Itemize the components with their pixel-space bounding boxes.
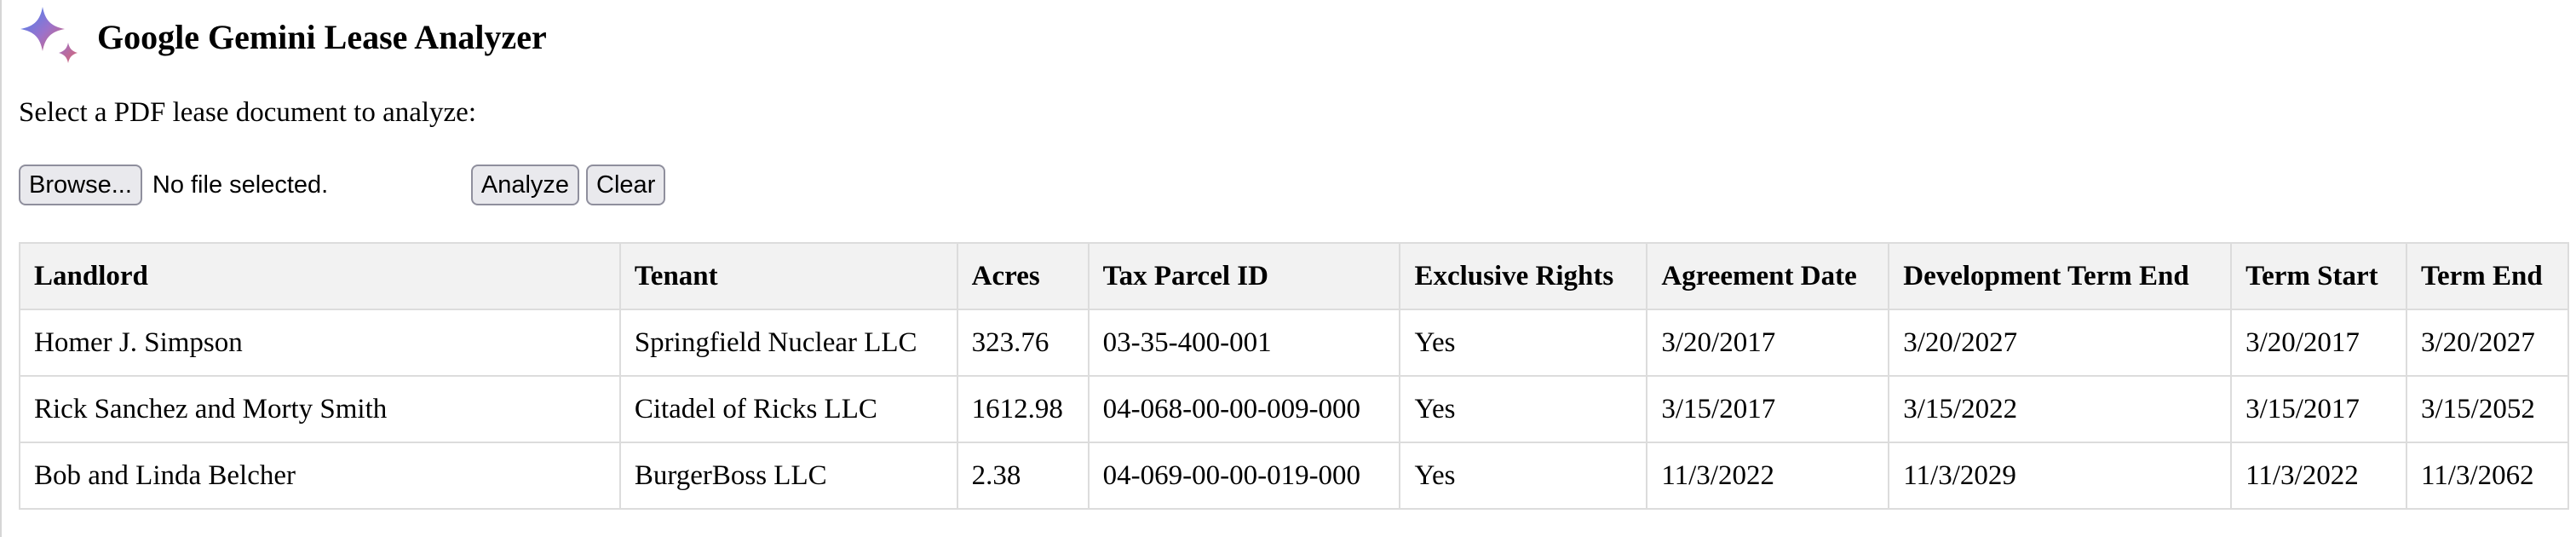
cell-development-term-end: 11/3/2029 xyxy=(1888,442,2233,510)
cell-agreement-date: 3/20/2017 xyxy=(1646,309,1890,377)
table-row: Bob and Linda Belcher BurgerBoss LLC 2.3… xyxy=(19,442,2569,510)
cell-tenant: Citadel of Ricks LLC xyxy=(618,375,958,443)
cell-term-end: 3/20/2027 xyxy=(2406,309,2569,377)
cell-exclusive-rights: Yes xyxy=(1399,375,1648,443)
clear-button[interactable]: Clear xyxy=(586,165,666,205)
cell-development-term-end: 3/20/2027 xyxy=(1888,309,2233,377)
file-status: No file selected. xyxy=(152,170,329,199)
table-header-row: Landlord Tenant Acres Tax Parcel ID Excl… xyxy=(19,242,2569,310)
page: Google Gemini Lease Analyzer Select a PD… xyxy=(0,0,2576,537)
analyze-button[interactable]: Analyze xyxy=(470,165,580,205)
column-header-tenant: Tenant xyxy=(618,242,958,310)
cell-tax-parcel-id: 03-35-400-001 xyxy=(1087,309,1401,377)
upload-prompt: Select a PDF lease document to analyze: xyxy=(19,97,476,128)
column-header-tax-parcel-id: Tax Parcel ID xyxy=(1087,242,1401,310)
cell-tenant: Springfield Nuclear LLC xyxy=(618,309,958,377)
column-header-acres: Acres xyxy=(956,242,1090,310)
cell-acres: 2.38 xyxy=(956,442,1090,510)
results-table: Landlord Tenant Acres Tax Parcel ID Excl… xyxy=(19,242,2569,510)
app-title: Google Gemini Lease Analyzer xyxy=(97,17,547,56)
cell-term-end: 3/15/2052 xyxy=(2406,375,2569,443)
cell-development-term-end: 3/15/2022 xyxy=(1888,375,2233,443)
column-header-development-term-end: Development Term End xyxy=(1888,242,2233,310)
cell-landlord: Bob and Linda Belcher xyxy=(19,442,621,510)
column-header-landlord: Landlord xyxy=(19,242,621,310)
cell-exclusive-rights: Yes xyxy=(1399,442,1648,510)
cell-tax-parcel-id: 04-069-00-00-019-000 xyxy=(1087,442,1401,510)
cell-term-end: 11/3/2062 xyxy=(2406,442,2569,510)
table-row: Homer J. Simpson Springfield Nuclear LLC… xyxy=(19,309,2569,377)
cell-agreement-date: 3/15/2017 xyxy=(1646,375,1890,443)
cell-acres: 1612.98 xyxy=(956,375,1090,443)
header: Google Gemini Lease Analyzer xyxy=(17,3,547,72)
column-header-term-end: Term End xyxy=(2406,242,2569,310)
column-header-exclusive-rights: Exclusive Rights xyxy=(1399,242,1648,310)
cell-term-start: 3/20/2017 xyxy=(2230,309,2408,377)
cell-exclusive-rights: Yes xyxy=(1399,309,1648,377)
cell-tax-parcel-id: 04-068-00-00-009-000 xyxy=(1087,375,1401,443)
cell-tenant: BurgerBoss LLC xyxy=(618,442,958,510)
file-upload-row: Browse... No file selected. Analyze Clea… xyxy=(19,164,666,206)
cell-term-start: 3/15/2017 xyxy=(2230,375,2408,443)
table-row: Rick Sanchez and Morty Smith Citadel of … xyxy=(19,375,2569,443)
cell-landlord: Rick Sanchez and Morty Smith xyxy=(19,375,621,443)
cell-term-start: 11/3/2022 xyxy=(2230,442,2408,510)
cell-landlord: Homer J. Simpson xyxy=(19,309,621,377)
cell-agreement-date: 11/3/2022 xyxy=(1646,442,1890,510)
column-header-term-start: Term Start xyxy=(2230,242,2408,310)
column-header-agreement-date: Agreement Date xyxy=(1646,242,1890,310)
gemini-sparkle-icon xyxy=(20,7,78,63)
browse-button[interactable]: Browse... xyxy=(19,165,142,205)
cell-acres: 323.76 xyxy=(956,309,1090,377)
